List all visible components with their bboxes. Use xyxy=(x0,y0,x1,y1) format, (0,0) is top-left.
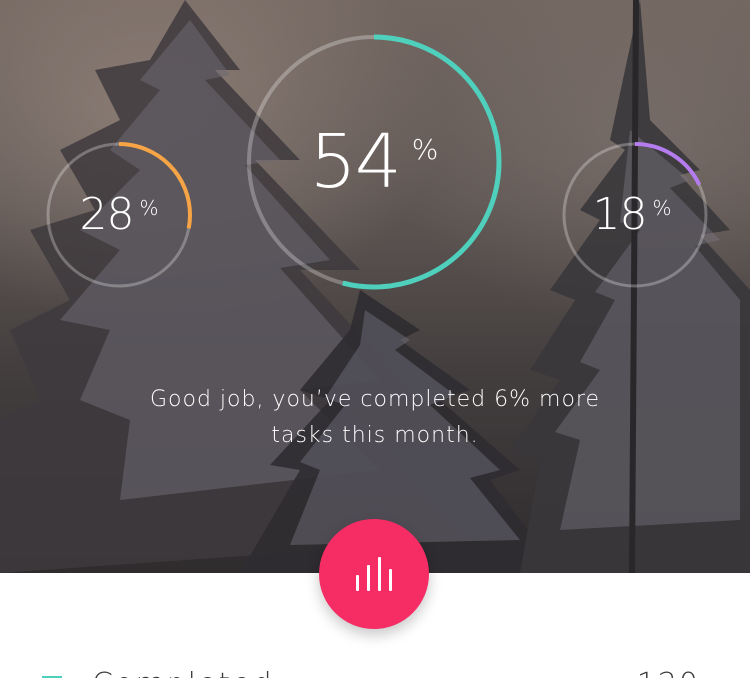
bar-chart-icon-bar xyxy=(389,569,392,591)
percent-sign-main: % xyxy=(411,133,439,166)
bar-chart-icon-bar xyxy=(367,565,370,591)
bar-chart-icon-bar xyxy=(356,575,359,591)
hero-background: 28 % 54 % 18 % Good job, you’ve complete… xyxy=(0,0,750,573)
progress-value-main: 54 xyxy=(309,119,402,205)
list-item-label: Completed xyxy=(92,667,274,678)
stats-button[interactable] xyxy=(319,519,429,629)
progress-ring-main: 54 % xyxy=(245,33,503,291)
percent-sign-right: % xyxy=(652,196,672,220)
list-item[interactable]: Completed 120 xyxy=(0,660,750,678)
progress-ring-right: 18 % xyxy=(560,140,708,290)
progress-ring-left: 28 % xyxy=(44,140,194,290)
percent-sign-left: % xyxy=(139,196,159,220)
list-item-value: 120 xyxy=(637,667,700,678)
progress-value-left: 28 xyxy=(79,189,134,240)
bar-chart-icon-bar xyxy=(378,557,381,591)
summary-message: Good job, you’ve completed 6% more tasks… xyxy=(149,387,600,448)
progress-value-right: 18 xyxy=(592,189,647,240)
